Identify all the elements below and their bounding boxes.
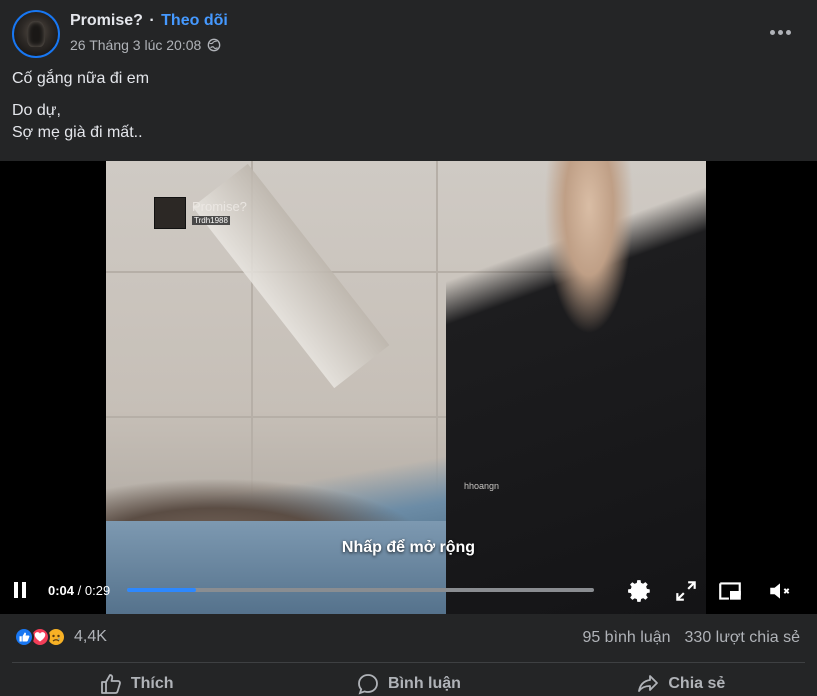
watermark-title: Promise? [192, 199, 247, 214]
like-icon [14, 627, 34, 647]
pause-icon[interactable] [14, 582, 30, 600]
author-line: Promise? · Theo dõi [70, 12, 228, 30]
watermark-avatar [154, 197, 186, 229]
reaction-count: 4,4K [74, 628, 107, 645]
settings-icon[interactable] [627, 578, 653, 604]
muted-volume-icon[interactable] [767, 578, 793, 604]
post-timestamp[interactable]: 26 Tháng 3 lúc 20:08 [70, 37, 201, 53]
engagement-counts: 95 bình luận 330 lượt chia sẻ [582, 629, 800, 647]
thumbs-up-icon [100, 673, 121, 694]
total-time: 0:29 [84, 583, 111, 598]
expand-hint[interactable]: Nhấp để mở rộng [0, 539, 817, 557]
picture-in-picture-icon[interactable] [717, 578, 743, 604]
comment-count[interactable]: 95 bình luận [582, 629, 670, 647]
like-button[interactable]: Thích [0, 663, 272, 696]
reaction-stats: 4,4K 95 bình luận 330 lượt chia sẻ [0, 614, 817, 662]
action-bar: Thích Bình luận Chia sẻ [0, 663, 817, 696]
separator-dot: · [149, 12, 155, 29]
post-caption: Cố gắng nữa đi em Do dự, Sợ mẹ già đi mấ… [12, 68, 802, 144]
video-time: 0:04 / 0:29 [48, 583, 110, 598]
caption-line: Sợ mẹ già đi mất.. [12, 124, 143, 141]
more-options-icon[interactable] [765, 20, 795, 44]
author-name[interactable]: Promise? [70, 12, 143, 29]
watermark-subtitle: Trdh1988 [192, 216, 230, 225]
comment-button[interactable]: Bình luận [272, 663, 544, 696]
paper-image [192, 163, 390, 389]
caption-line: Cố gắng nữa đi em [12, 70, 150, 87]
time-separator: / [74, 583, 85, 598]
avatar[interactable] [12, 10, 60, 58]
globe-icon [207, 38, 221, 52]
share-icon [638, 674, 659, 692]
post-meta: 26 Tháng 3 lúc 20:08 [70, 37, 221, 53]
video-controls: 0:04 / 0:29 [0, 569, 817, 614]
progress-fill [127, 588, 196, 592]
post-header: Promise? · Theo dõi 26 Tháng 3 lúc 20:08 [0, 0, 817, 64]
watermark-handle: hhoangn [464, 481, 500, 491]
fullscreen-icon[interactable] [673, 578, 699, 604]
like-label: Thích [130, 674, 174, 692]
reactions-summary[interactable]: 4,4K [14, 627, 107, 647]
progress-bar[interactable] [127, 588, 594, 592]
current-time: 0:04 [48, 583, 75, 598]
video-player[interactable]: Promise? Trdh1988 hhoangn Nhấp để mở rộn… [0, 161, 817, 614]
share-label: Chia sẻ [668, 674, 726, 692]
caption-line: Do dự, [12, 102, 61, 119]
share-count[interactable]: 330 lượt chia sẻ [685, 629, 800, 647]
follow-button[interactable]: Theo dõi [161, 12, 228, 29]
share-button[interactable]: Chia sẻ [545, 663, 817, 696]
comment-icon [358, 673, 378, 694]
comment-label: Bình luận [388, 674, 461, 692]
